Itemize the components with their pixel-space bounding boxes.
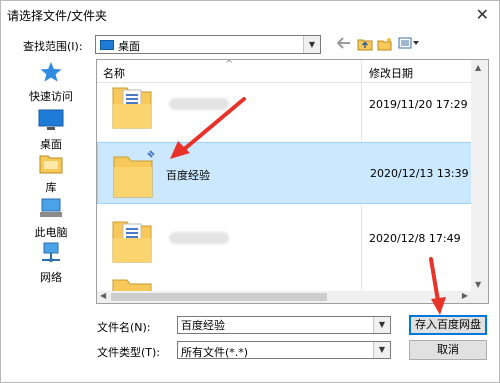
filename-input[interactable] — [181, 318, 371, 332]
file-date: 2020/12/13 13:39 — [370, 167, 469, 180]
place-library[interactable]: 库 — [9, 152, 93, 195]
place-label: 快速访问 — [29, 90, 73, 103]
place-this-pc[interactable]: 此电脑 — [9, 197, 93, 240]
place-quick-access[interactable]: 快速访问 — [9, 61, 93, 104]
title-bar: 请选择文件/文件夹 ✕ — [1, 1, 499, 29]
chevron-down-icon[interactable]: ▼ — [303, 36, 320, 53]
file-date: 2019/11/20 17:29 — [369, 98, 468, 111]
file-dialog: 请选择文件/文件夹 ✕ 查找范围(I): 桌面 ▼ 快速访问 桌面 库 此电脑 … — [0, 0, 500, 383]
back-arrow-icon[interactable] — [336, 37, 351, 53]
place-desktop[interactable]: 桌面 — [9, 109, 93, 152]
scroll-right-icon[interactable]: ▶ — [462, 291, 468, 300]
filetype-value: 所有文件(*.*) — [181, 346, 249, 359]
cancel-button[interactable]: 取消 — [409, 340, 487, 360]
list-item[interactable]: 2019/11/20 17:29 — [97, 74, 472, 136]
desktop-icon — [9, 109, 93, 134]
filename-label: 文件名(N): — [97, 321, 151, 334]
scroll-up-icon[interactable]: ▲ — [475, 63, 481, 72]
desktop-small-icon — [100, 40, 114, 50]
computer-icon — [9, 197, 93, 222]
network-icon — [9, 242, 93, 267]
red-arrow-annotation — [170, 97, 246, 159]
scroll-left-icon[interactable]: ◀ — [100, 291, 106, 300]
star-icon — [9, 61, 93, 86]
lookin-combo[interactable]: 桌面 ▼ — [95, 35, 321, 54]
library-icon — [9, 152, 93, 177]
place-label: 网络 — [40, 271, 62, 284]
dialog-title: 请选择文件/文件夹 — [7, 9, 108, 23]
up-folder-icon[interactable] — [357, 37, 373, 55]
red-arrow-annotation — [429, 257, 446, 315]
list-item-selected[interactable]: 百度经验 2020/12/13 13:39 — [97, 142, 472, 204]
filetype-select[interactable]: 所有文件(*.*) ▼ — [177, 341, 391, 359]
place-label: 库 — [45, 181, 57, 194]
place-network[interactable]: 网络 — [9, 242, 93, 285]
scroll-down-icon[interactable]: ▼ — [475, 280, 481, 289]
folder-icon — [111, 214, 155, 267]
filename-field[interactable]: ▼ — [177, 316, 391, 334]
chevron-down-icon[interactable]: ▼ — [373, 317, 390, 333]
new-folder-icon[interactable] — [377, 37, 393, 55]
lookin-label: 查找范围(I): — [23, 40, 83, 53]
lookin-value: 桌面 — [118, 40, 140, 53]
place-label: 此电脑 — [34, 226, 68, 239]
filetype-label: 文件类型(T): — [97, 346, 161, 359]
vertical-scrollbar[interactable]: ▲ ▼ — [471, 60, 488, 292]
file-name: 百度经验 — [166, 169, 210, 182]
folder-icon — [111, 80, 155, 133]
scroll-thumb[interactable] — [111, 293, 327, 301]
list-item[interactable]: 2020/12/8 17:49 — [97, 208, 472, 270]
blurred-name — [169, 232, 229, 244]
folder-icon — [112, 149, 156, 202]
file-date: 2020/12/8 17:49 — [369, 232, 461, 245]
place-label: 桌面 — [40, 138, 62, 151]
save-button[interactable]: 存入百度网盘 — [409, 315, 487, 335]
sort-chevron-icon: ^ — [225, 59, 234, 70]
places-bar: 快速访问 桌面 库 此电脑 网络 — [9, 59, 93, 289]
close-icon[interactable]: ✕ — [476, 5, 489, 24]
view-menu-icon[interactable] — [398, 37, 420, 53]
chevron-down-icon[interactable]: ▼ — [373, 342, 390, 358]
